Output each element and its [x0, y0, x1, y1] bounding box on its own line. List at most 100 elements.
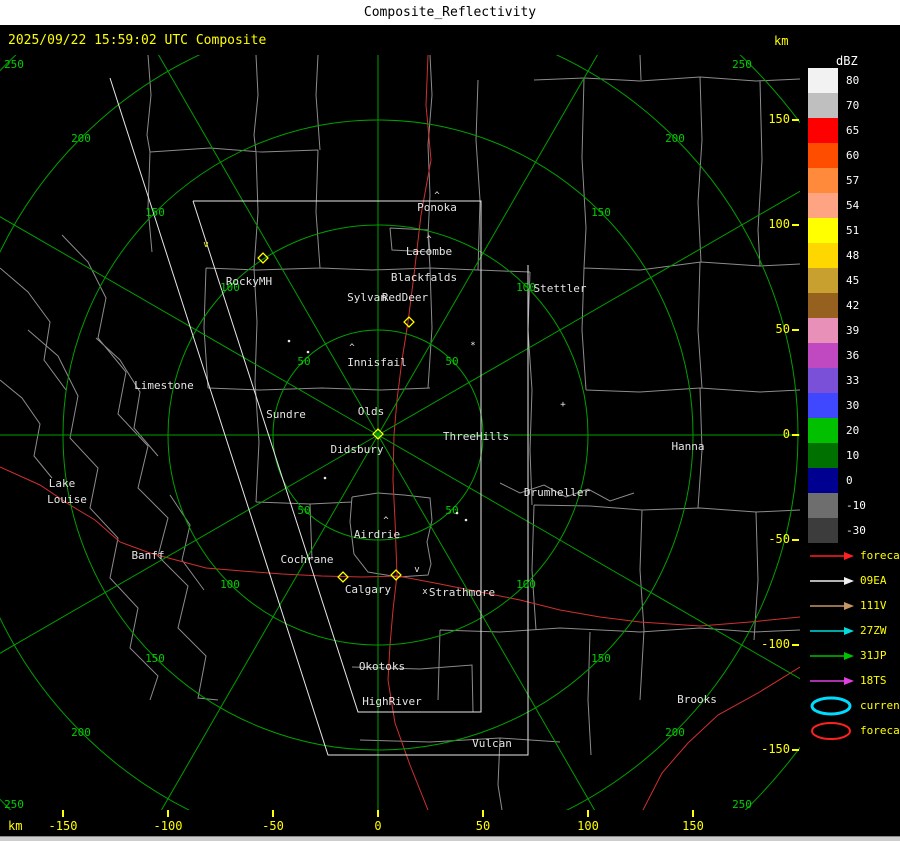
- colorscale-swatch: [808, 118, 838, 143]
- colorscale-value: -10: [846, 499, 866, 512]
- bottom-axis-label: -150: [48, 819, 78, 833]
- colorscale-row: 45: [808, 268, 880, 293]
- colorscale-swatch: [808, 393, 838, 418]
- colorscale-swatch: [808, 168, 838, 193]
- city-label: Louise: [47, 493, 87, 506]
- colorscale-swatch: [808, 468, 838, 493]
- city-label: Airdrie: [354, 528, 400, 541]
- vector-legend-row: 09EA: [808, 568, 900, 593]
- vector-legend: forecast 09EA 111V 27ZW 31JP 18TS current forec…: [808, 543, 900, 743]
- city-label: RockyMH: [226, 275, 272, 288]
- vector-legend-label: current: [860, 699, 900, 712]
- colorscale-row: 0: [808, 468, 880, 493]
- range-label: 200: [665, 132, 685, 145]
- vector-legend-row: forecast: [808, 718, 900, 743]
- vector-ellipse-icon: [808, 720, 856, 742]
- city-label: Banff: [131, 549, 164, 562]
- bottom-axis-tick: [167, 810, 169, 817]
- radar-application-window: Composite_Reflectivity 2025/09/22 15:59:…: [0, 0, 900, 841]
- colorscale-value: 57: [846, 174, 860, 187]
- vector-legend-row: 31JP: [808, 643, 900, 668]
- horizontal-scrollbar[interactable]: [0, 836, 900, 841]
- colorscale-swatch: [808, 443, 838, 468]
- window-titlebar[interactable]: Composite_Reflectivity: [0, 0, 900, 26]
- colorscale-swatch: [808, 93, 838, 118]
- map-marker: v: [203, 240, 208, 250]
- map-marker: x: [422, 587, 428, 597]
- colorscale-row: -10: [808, 493, 880, 518]
- city-label: Drumheller: [524, 486, 591, 499]
- azimuth-line: [160, 434, 379, 810]
- range-label: 50: [297, 355, 310, 368]
- colorscale-row: -30: [808, 518, 880, 543]
- legend-panel: dBZ 80 70 65 60 57 54 51 48 45 42 39 36 33 30 20 10 0 -10…: [800, 26, 900, 836]
- bottom-axis-tick: [692, 810, 694, 817]
- vector-legend-label: 27ZW: [860, 624, 887, 637]
- city-label: Vulcan: [472, 737, 512, 750]
- bottom-axis-tick: [377, 810, 379, 817]
- bottom-axis-label: 50: [475, 819, 491, 833]
- colorscale-value: 36: [846, 349, 860, 362]
- colorscale-row: 42: [808, 293, 880, 318]
- range-label: 250: [732, 798, 752, 810]
- colorscale-title: dBZ: [836, 54, 858, 68]
- colorscale-swatch: [808, 418, 838, 443]
- range-label: 150: [591, 206, 611, 219]
- range-label: 50: [297, 504, 310, 517]
- colorscale-value: 20: [846, 424, 860, 437]
- city-marker-diamond: [390, 569, 402, 581]
- range-label: 150: [145, 652, 165, 665]
- map-marker: +: [560, 400, 566, 410]
- range-label: 50: [445, 504, 458, 517]
- range-label: 250: [732, 58, 752, 71]
- range-label: 250: [4, 798, 24, 810]
- city-label: Okotoks: [359, 660, 405, 673]
- vector-arrow-icon: [808, 650, 856, 662]
- vector-legend-row: 111V: [808, 593, 900, 618]
- colorscale-value: 48: [846, 249, 860, 262]
- timestamp-label: 2025/09/22 15:59:02 UTC Composite: [8, 33, 267, 48]
- map-dot: [287, 339, 291, 343]
- range-label: 150: [591, 652, 611, 665]
- vector-ellipse-icon: [808, 695, 856, 717]
- bottom-axis-label: 100: [577, 819, 599, 833]
- bottom-axis-unit-label: km: [8, 819, 23, 833]
- colorscale-row: 80: [808, 68, 880, 93]
- city-label: Limestone: [134, 379, 194, 392]
- colorscale-swatch: [808, 518, 838, 543]
- colorscale-row: 57: [808, 168, 880, 193]
- colorscale-row: 39: [808, 318, 880, 343]
- colorscale-swatch: [808, 193, 838, 218]
- map-marker: *: [470, 341, 475, 351]
- colorscale-value: 70: [846, 99, 860, 112]
- city-label: RedDeer: [382, 291, 429, 304]
- azimuth-line: [377, 434, 800, 680]
- map-marker: v: [414, 565, 419, 575]
- bottom-axis-tick: [482, 810, 484, 817]
- map-marker: ^: [434, 191, 440, 201]
- map-dot: [464, 518, 468, 522]
- city-label: Cochrane: [281, 553, 334, 566]
- city-label: Hanna: [671, 440, 704, 453]
- city-label: Innisfail: [347, 356, 407, 369]
- bottom-axis-label: -100: [153, 819, 183, 833]
- map-dot: [306, 350, 310, 354]
- colorscale-value: 42: [846, 299, 860, 312]
- vector-legend-row: 18TS: [808, 668, 900, 693]
- vector-legend-label: 31JP: [860, 649, 887, 662]
- radar-display[interactable]: 250 200 150 100 50 250 200 150 100 50 250 200 150 100…: [0, 55, 800, 810]
- map-dot: [323, 476, 327, 480]
- colorscale-swatch: [808, 218, 838, 243]
- colorscale-swatch: [808, 318, 838, 343]
- colorscale-swatch: [808, 68, 838, 93]
- colorscale-value: 10: [846, 449, 860, 462]
- colorscale-swatch: [808, 493, 838, 518]
- colorscale-value: 60: [846, 149, 860, 162]
- vector-legend-label: 09EA: [860, 574, 887, 587]
- right-axis-unit-label: km: [774, 34, 789, 48]
- colorscale-value: 80: [846, 74, 860, 87]
- colorscale-row: 48: [808, 243, 880, 268]
- colorscale-swatch: [808, 143, 838, 168]
- azimuth-line: [158, 55, 379, 436]
- radar-coverage-outline: [109, 77, 529, 756]
